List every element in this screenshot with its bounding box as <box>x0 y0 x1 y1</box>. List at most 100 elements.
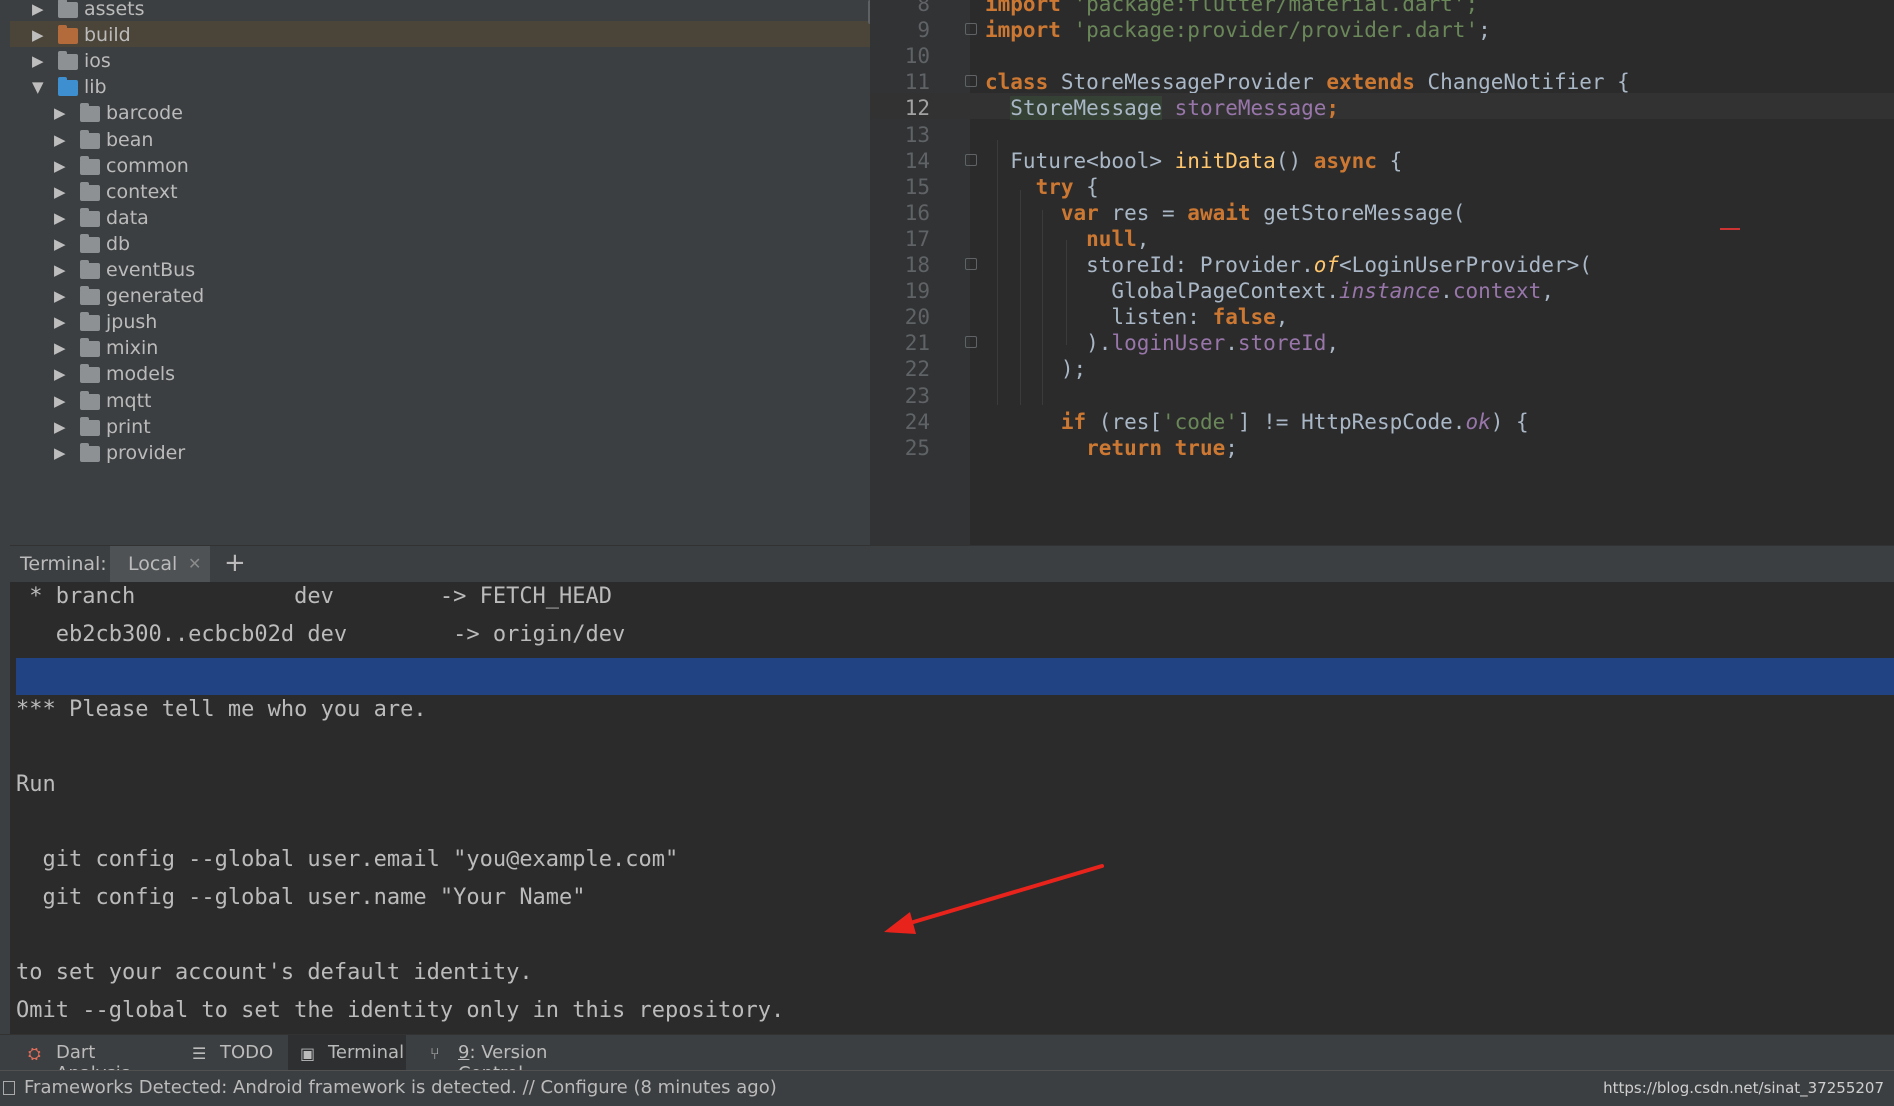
expand-arrow-right-icon[interactable]: ▶ <box>54 261 66 279</box>
code-token: false <box>1212 305 1276 330</box>
terminal-line: eb2cb300..ecbcb02d dev -> origin/dev <box>16 621 626 647</box>
line-number: 21 <box>904 331 930 356</box>
code-text: ); <box>985 357 1086 381</box>
tool-window-terminal[interactable]: ▣ Terminal <box>288 1035 406 1071</box>
tab-local[interactable]: Local ✕ <box>110 546 210 582</box>
folder-icon <box>80 364 100 384</box>
tree-item-models[interactable]: ▶ models <box>10 360 870 386</box>
indent-guide <box>1066 240 1067 345</box>
code-token: { <box>1086 174 1099 199</box>
code-token: StoreMessageProvider <box>1060 70 1327 95</box>
code-token: import <box>985 0 1074 16</box>
fold-marker-icon[interactable] <box>965 153 977 166</box>
expand-arrow-right-icon[interactable]: ▶ <box>32 26 44 44</box>
expand-arrow-right-icon[interactable]: ▶ <box>54 313 66 331</box>
folder-icon <box>58 77 78 97</box>
code-token: 'package:flutter/material.dart'; <box>1073 0 1479 16</box>
close-icon[interactable]: ✕ <box>188 554 201 573</box>
new-terminal-button[interactable]: + <box>224 548 246 578</box>
code-text: var res = await getStoreMessage( <box>985 200 1466 225</box>
status-toggle-icon[interactable] <box>3 1081 15 1095</box>
code-token: , <box>1541 279 1554 304</box>
tree-item-lib[interactable]: ▼ lib <box>10 73 870 99</box>
fold-marker-icon[interactable] <box>965 23 977 36</box>
expand-arrow-right-icon[interactable]: ▶ <box>54 339 66 357</box>
fold-marker-icon[interactable] <box>965 75 977 88</box>
tree-item-mixin[interactable]: ▶ mixin <box>10 334 870 360</box>
code-token: <LoginUserProvider>( <box>1339 253 1592 277</box>
folder-icon <box>80 390 100 410</box>
code-line: 18 storeId: Provider.of<LoginUserProvide… <box>870 250 1894 277</box>
tree-item-mqtt[interactable]: ▶ mqtt <box>10 387 870 413</box>
folder-icon <box>80 442 100 462</box>
line-number: 12 <box>904 96 930 121</box>
tree-item-build[interactable]: ▶ build <box>10 21 870 48</box>
fold-marker-icon[interactable] <box>965 258 977 270</box>
code-token: ; <box>1478 18 1491 43</box>
tree-item-common[interactable]: ▶ common <box>10 152 870 178</box>
code-text: null, <box>985 227 1149 251</box>
expand-arrow-right-icon[interactable]: ▶ <box>54 235 66 253</box>
tree-item-label: print <box>106 415 151 438</box>
code-token: if <box>1060 409 1099 434</box>
code-token: import <box>985 18 1074 43</box>
tree-item-provider[interactable]: ▶ provider <box>10 439 870 465</box>
tree-item-data[interactable]: ▶ data <box>10 204 870 230</box>
tree-item-context[interactable]: ▶ context <box>10 178 870 204</box>
line-number: 14 <box>904 148 930 173</box>
expand-arrow-right-icon[interactable]: ▶ <box>32 0 44 18</box>
line-number: 25 <box>904 435 930 460</box>
folder-icon <box>80 260 100 279</box>
tree-item-db[interactable]: ▶ db <box>10 230 870 256</box>
tree-item-print[interactable]: ▶ print <box>10 413 870 439</box>
tree-item-ios[interactable]: ▶ ios <box>10 47 870 73</box>
tool-window-dart-analysis[interactable]: ⛭Dart Analysis <box>16 1035 166 1084</box>
tree-item-label: context <box>106 180 178 203</box>
code-token: , <box>1136 226 1150 251</box>
expand-arrow-right-icon[interactable]: ▶ <box>54 131 66 149</box>
fold-marker-icon[interactable] <box>965 336 977 349</box>
code-text: import 'package:provider/provider.dart'; <box>985 18 1491 42</box>
tree-item-jpush[interactable]: ▶ jpush <box>10 308 870 334</box>
tree-item-barcode[interactable]: ▶ barcode <box>10 99 870 125</box>
tree-item-assets[interactable]: ▶ assets <box>10 0 870 21</box>
tree-item-eventBus[interactable]: ▶ eventBus <box>10 256 870 282</box>
expand-arrow-right-icon[interactable]: ▶ <box>54 209 66 227</box>
tree-item-bean[interactable]: ▶ bean <box>10 126 870 152</box>
expand-arrow-right-icon[interactable]: ▶ <box>54 444 66 462</box>
code-token: ChangeNotifier { <box>1427 70 1630 95</box>
expand-arrow-right-icon[interactable]: ▶ <box>54 183 66 201</box>
line-number: 23 <box>904 383 930 408</box>
code-token: 'code' <box>1162 409 1238 434</box>
tree-item-generated[interactable]: ▶ generated <box>10 282 870 308</box>
expand-arrow-right-icon[interactable]: ▶ <box>54 104 66 122</box>
folder-icon <box>80 416 100 436</box>
code-token: of <box>1313 253 1340 277</box>
terminal-output[interactable]: * branch dev -> FETCH_HEAD eb2cb300..ecb… <box>10 582 1894 1034</box>
code-text: try { <box>985 175 1099 199</box>
code-token: context <box>1452 279 1542 304</box>
code-token: getStoreMessage( <box>1263 200 1466 225</box>
tool-window-version-control[interactable]: ⑂9: Version Control <box>418 1035 618 1084</box>
indent-guide <box>1042 210 1043 405</box>
expand-arrow-right-icon[interactable]: ▶ <box>54 392 66 410</box>
code-line: 8 import 'package:flutter/material.dart'; <box>870 0 1894 16</box>
project-tree[interactable]: ▶ assets ▶ build ▶ ios ▼ lib ▶ barcode ▶ bean ▶ commo… <box>10 0 870 545</box>
folder-icon <box>80 181 100 201</box>
expand-arrow-right-icon[interactable]: ▶ <box>54 287 66 305</box>
expand-arrow-right-icon[interactable]: ▶ <box>54 157 66 175</box>
expand-arrow-right-icon[interactable]: ▶ <box>54 418 66 436</box>
expand-arrow-down-icon[interactable]: ▼ <box>32 78 44 96</box>
status-message[interactable]: Frameworks Detected: Android framework i… <box>24 1077 777 1098</box>
tool-window-todo[interactable]: ☰ TODO <box>180 1035 280 1071</box>
expand-arrow-right-icon[interactable]: ▶ <box>54 365 66 383</box>
code-editor[interactable]: 8 import 'package:flutter/material.dart';… <box>870 0 1894 545</box>
expand-arrow-right-icon[interactable]: ▶ <box>32 52 44 70</box>
terminal-line: Run <box>16 772 56 797</box>
code-line: 12 StoreMessage storeMessage; <box>870 93 1894 121</box>
code-line: 21 ).loginUser.storeId, <box>870 328 1894 356</box>
code-line: 11 class StoreMessageProvider extends Cha… <box>870 67 1894 95</box>
code-token: Future<bool> <box>985 148 1175 173</box>
code-text: import 'package:flutter/material.dart'; <box>985 0 1478 16</box>
